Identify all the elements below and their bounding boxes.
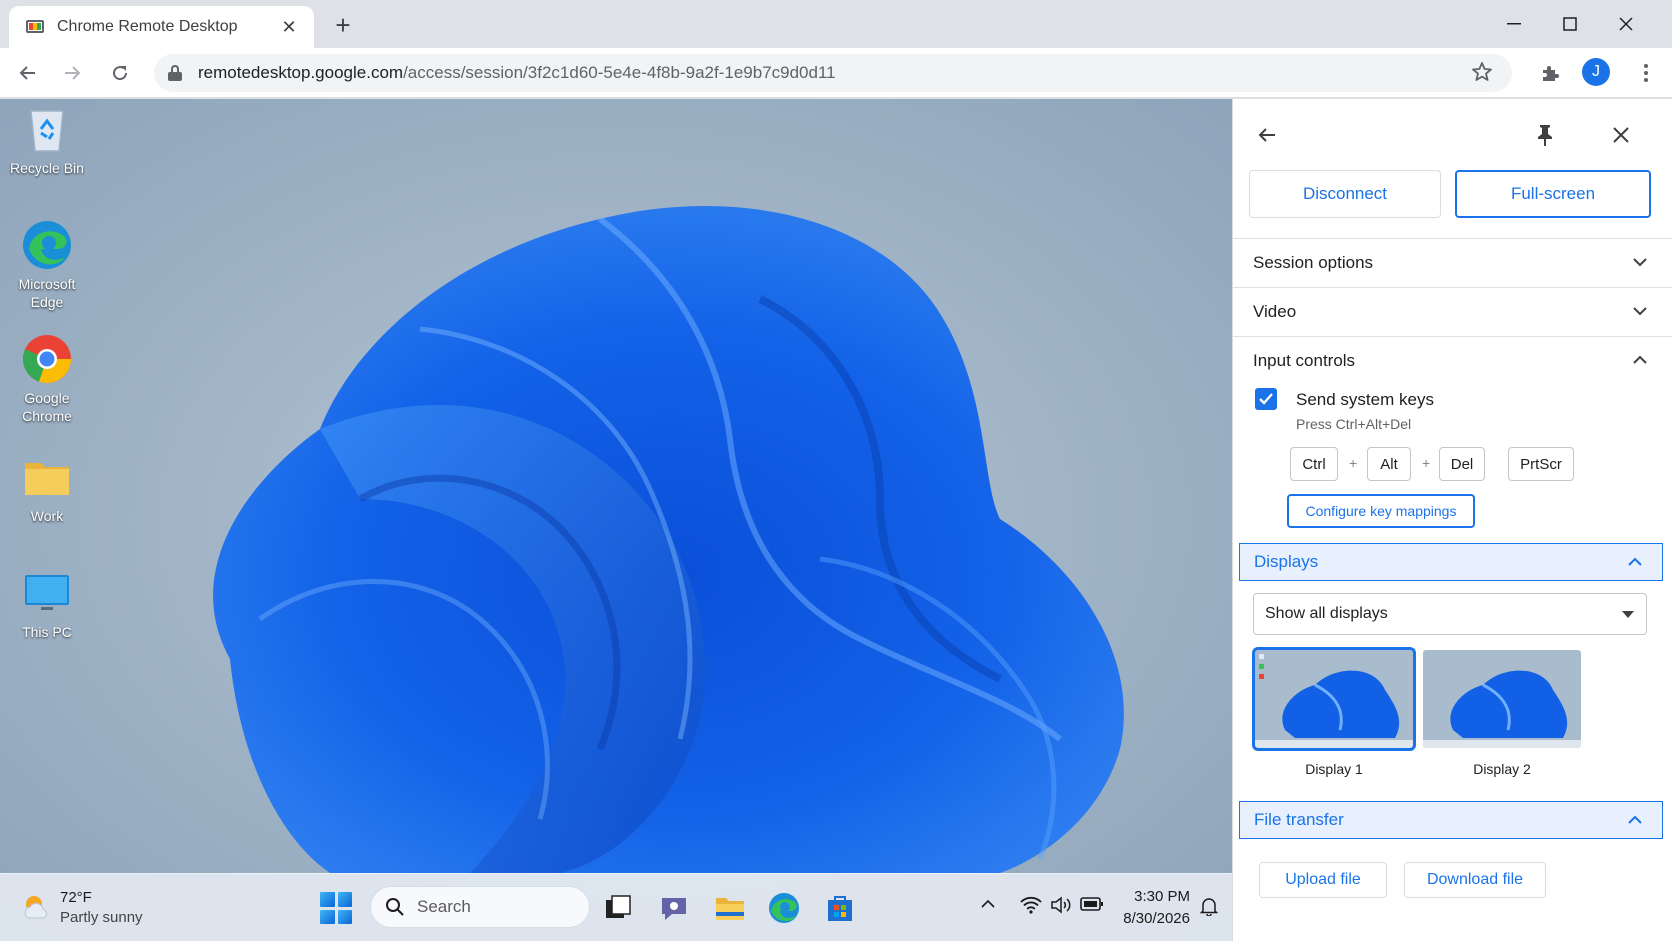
ctrl-key-button[interactable]: Ctrl: [1290, 447, 1338, 481]
profile-avatar[interactable]: J: [1582, 58, 1610, 86]
close-icon: [1613, 127, 1629, 143]
panel-close-button[interactable]: [1605, 119, 1637, 151]
tab-close-icon[interactable]: ✕: [278, 17, 300, 38]
tab-strip: Chrome Remote Desktop ✕ +: [0, 0, 1672, 48]
desktop-icon-this-pc[interactable]: This PC: [4, 567, 90, 641]
chevron-up-icon: [1633, 355, 1647, 364]
tray-chevron-up-icon[interactable]: [980, 896, 996, 917]
taskbar-search-placeholder: Search: [417, 897, 471, 916]
volume-icon[interactable]: [1050, 896, 1072, 919]
alt-key-button[interactable]: Alt: [1367, 447, 1411, 481]
forward-button[interactable]: [56, 57, 88, 89]
video-section[interactable]: Video: [1233, 288, 1672, 336]
chevron-up-icon: [1628, 557, 1642, 566]
lock-icon: [168, 65, 182, 81]
window-close-icon: [1619, 17, 1633, 31]
reload-button[interactable]: [104, 57, 136, 89]
disconnect-button[interactable]: Disconnect: [1249, 170, 1441, 218]
wallpaper-bloom: [213, 205, 1124, 873]
display-2-thumbnail[interactable]: [1423, 650, 1581, 748]
forward-arrow-icon: [65, 66, 81, 80]
display-select[interactable]: Show all displays: [1253, 593, 1647, 635]
maximize-button[interactable]: [1542, 0, 1598, 48]
back-arrow-icon: [19, 66, 35, 80]
configure-key-mappings-button[interactable]: Configure key mappings: [1287, 494, 1475, 528]
new-tab-button[interactable]: +: [328, 10, 358, 40]
taskbar-clock[interactable]: 3:30 PM 8/30/2026: [1112, 886, 1190, 930]
edge-taskbar-icon[interactable]: [766, 890, 802, 926]
display-2-label: Display 2: [1473, 761, 1531, 777]
monitor-icon: [21, 567, 73, 619]
edge-icon: [21, 219, 73, 271]
window-close-button[interactable]: [1598, 0, 1654, 48]
tab-chrome-remote-desktop[interactable]: Chrome Remote Desktop ✕: [9, 6, 314, 48]
more-vert-icon: [1644, 64, 1648, 82]
desktop-icon-recycle-bin[interactable]: Recycle Bin: [4, 103, 90, 177]
back-arrow-icon: [1258, 128, 1275, 142]
press-keys-hint: Press Ctrl+Alt+Del: [1296, 416, 1412, 432]
wifi-icon[interactable]: [1020, 896, 1042, 919]
desktop-icon-google-chrome[interactable]: Google Chrome: [4, 333, 90, 425]
taskbar-search[interactable]: Search: [370, 886, 590, 928]
url-text: remotedesktop.google.com/access/session/…: [198, 63, 836, 82]
chrome-icon: [21, 333, 73, 385]
weather-temp: 72°F: [60, 889, 92, 906]
folder-icon: [21, 451, 73, 503]
partly-sunny-icon: [24, 896, 47, 919]
fullscreen-button[interactable]: Full-screen: [1455, 170, 1651, 218]
input-controls-section[interactable]: Input controls: [1233, 337, 1672, 385]
display-1-label: Display 1: [1305, 761, 1363, 777]
maximize-icon: [1563, 17, 1577, 31]
search-icon: [386, 898, 404, 916]
store-icon[interactable]: [822, 890, 858, 926]
file-explorer-icon[interactable]: [712, 890, 748, 926]
chevron-up-icon: [1628, 815, 1642, 824]
plus-separator: +: [1349, 455, 1358, 471]
pin-icon: [1538, 125, 1552, 146]
puzzle-piece-icon: [1543, 66, 1559, 81]
notification-bell-icon[interactable]: [1199, 896, 1219, 921]
weather-desc: Partly sunny: [60, 909, 143, 926]
display-1-thumbnail[interactable]: [1252, 647, 1416, 751]
pin-panel-button[interactable]: [1529, 119, 1561, 151]
send-system-keys-checkbox[interactable]: [1255, 388, 1277, 410]
file-transfer-section[interactable]: File transfer: [1239, 801, 1663, 839]
bookmark-star-icon[interactable]: [1470, 60, 1494, 89]
displays-section[interactable]: Displays: [1239, 543, 1663, 581]
browser-toolbar: remotedesktop.google.com/access/session/…: [0, 48, 1672, 98]
send-system-keys-label: Send system keys: [1296, 390, 1434, 409]
prtscr-key-button[interactable]: PrtScr: [1508, 447, 1574, 481]
address-bar[interactable]: remotedesktop.google.com/access/session/…: [154, 54, 1512, 92]
remote-desktop-favicon-icon: [25, 18, 45, 36]
back-button[interactable]: [12, 57, 44, 89]
chevron-down-icon: [1633, 307, 1647, 316]
task-view-icon[interactable]: [600, 890, 636, 926]
minimize-button[interactable]: [1486, 0, 1542, 48]
session-side-panel: Disconnect Full-screen Session options V…: [1232, 99, 1672, 941]
dropdown-caret-icon: [1622, 611, 1634, 618]
upload-file-button[interactable]: Upload file: [1259, 862, 1387, 898]
start-button[interactable]: [320, 892, 352, 924]
panel-back-button[interactable]: [1251, 119, 1283, 151]
plus-separator: +: [1422, 455, 1431, 471]
session-options-section[interactable]: Session options: [1233, 239, 1672, 287]
recycle-bin-icon: [21, 103, 73, 155]
battery-icon[interactable]: [1080, 896, 1104, 917]
checkmark-icon: [1259, 393, 1273, 405]
chat-icon[interactable]: [656, 890, 692, 926]
minimize-icon: [1507, 23, 1521, 25]
desktop-icon-work-folder[interactable]: Work: [4, 451, 90, 525]
desktop-icon-microsoft-edge[interactable]: Microsoft Edge: [4, 219, 90, 311]
download-file-button[interactable]: Download file: [1404, 862, 1546, 898]
weather-widget[interactable]: 72°F Partly sunny: [20, 888, 143, 928]
tab-title: Chrome Remote Desktop: [57, 18, 238, 35]
remote-desktop-view[interactable]: Recycle Bin Microsoft Edge Google Chrome…: [0, 99, 1232, 941]
extensions-button[interactable]: [1534, 57, 1566, 89]
browser-menu-button[interactable]: [1630, 57, 1662, 89]
taskbar: 72°F Partly sunny Search 3:30 PM 8/30/20…: [0, 873, 1232, 941]
del-key-button[interactable]: Del: [1439, 447, 1485, 481]
chevron-down-icon: [1633, 258, 1647, 267]
reload-icon: [113, 66, 128, 81]
